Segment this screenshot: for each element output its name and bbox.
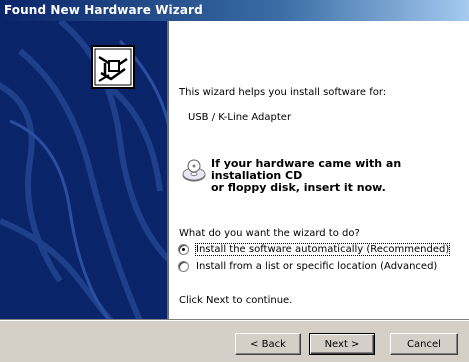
option-label[interactable]: Install the software automatically (Reco… <box>194 242 451 256</box>
option-label[interactable]: Install from a list or specific location… <box>196 261 437 272</box>
back-button[interactable]: < Back <box>235 333 301 355</box>
hardware-box-icon <box>91 45 135 89</box>
wizard-content: This wizard helps you install software f… <box>169 21 469 319</box>
wizard-sidebar <box>0 21 167 319</box>
cd-instruction-line2: or floppy disk, insert it now. <box>211 181 386 194</box>
button-bar: < Back Next > Cancel <box>0 319 469 362</box>
wizard-window: Found New Hardware Wizard This wizard he… <box>0 0 469 362</box>
window-title: Found New Hardware Wizard <box>4 3 203 17</box>
cd-disk-icon <box>182 159 206 182</box>
radio-button[interactable] <box>178 260 189 272</box>
radio-button-selected[interactable] <box>178 243 189 255</box>
title-bar[interactable]: Found New Hardware Wizard <box>0 0 469 21</box>
next-button[interactable]: Next > <box>309 333 375 355</box>
cancel-button[interactable]: Cancel <box>390 333 458 355</box>
intro-text: This wizard helps you install software f… <box>179 87 387 98</box>
sidebar-pattern <box>0 21 167 319</box>
cd-instruction-line1: If your hardware came with an installati… <box>211 157 402 182</box>
continue-text: Click Next to continue. <box>179 295 293 306</box>
option-install-from-list[interactable]: Install from a list or specific location… <box>178 259 437 273</box>
cd-instruction: If your hardware came with an installati… <box>211 158 469 194</box>
option-install-automatically[interactable]: Install the software automatically (Reco… <box>178 242 451 256</box>
question-text: What do you want the wizard to do? <box>179 228 360 239</box>
device-name: USB / K-Line Adapter <box>188 112 292 123</box>
